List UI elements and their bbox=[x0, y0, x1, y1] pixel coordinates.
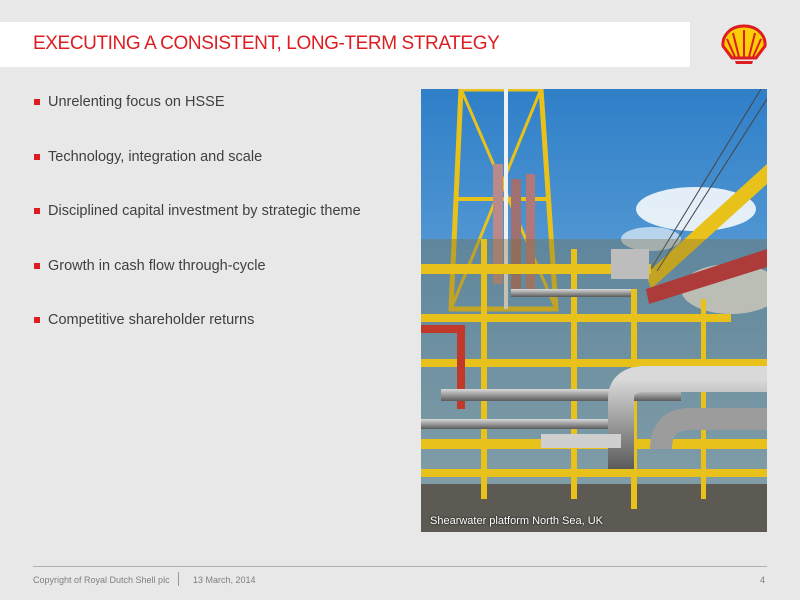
bullet-text: Unrelenting focus on HSSE bbox=[48, 94, 225, 110]
bullet-text: Disciplined capital investment by strate… bbox=[48, 203, 361, 219]
offshore-platform-illustration bbox=[421, 89, 767, 532]
footer-separator bbox=[178, 572, 179, 586]
platform-photo: Shearwater platform North Sea, UK bbox=[421, 89, 767, 532]
page-number: 4 bbox=[760, 575, 766, 585]
footer-divider bbox=[33, 566, 767, 567]
bullet-square-icon bbox=[34, 208, 40, 214]
bullet-square-icon bbox=[34, 99, 40, 105]
bullet-item: Growth in cash flow through-cycle bbox=[34, 256, 361, 311]
photo-caption: Shearwater platform North Sea, UK bbox=[430, 515, 604, 527]
footer-date: 13 March, 2014 bbox=[193, 575, 256, 585]
bullet-square-icon bbox=[34, 262, 40, 269]
bullet-square-icon bbox=[34, 317, 40, 323]
bullet-text: Growth in cash flow through-cycle bbox=[48, 257, 266, 274]
slide-title: EXECUTING A CONSISTENT, LONG-TERM STRATE… bbox=[33, 33, 500, 54]
bullet-text: Technology, integration and scale bbox=[48, 148, 263, 165]
bullet-item: Disciplined capital investment by strate… bbox=[34, 201, 361, 256]
bullet-text: Competitive shareholder returns bbox=[48, 312, 255, 328]
bullet-item: Competitive shareholder returns bbox=[34, 310, 361, 365]
bullet-list: Unrelenting focus on HSSE Technology, in… bbox=[34, 92, 361, 365]
footer-copyright: Copyright of Royal Dutch Shell plc bbox=[33, 575, 170, 585]
shell-logo-icon bbox=[721, 24, 767, 64]
bullet-item: Unrelenting focus on HSSE bbox=[34, 92, 361, 147]
bullet-item: Technology, integration and scale bbox=[34, 147, 361, 202]
bullet-square-icon bbox=[34, 153, 40, 160]
